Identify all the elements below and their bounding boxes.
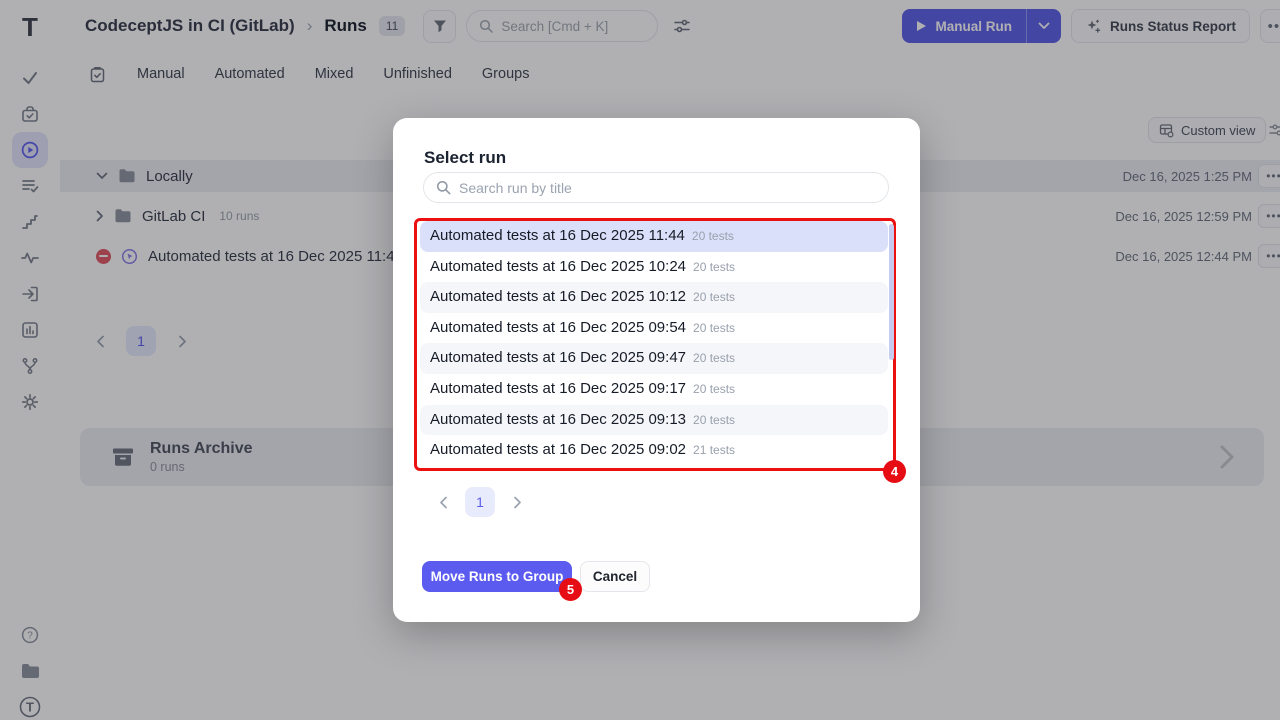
annotation-badge-5: 5 [559, 578, 582, 601]
run-option-count: 20 tests [693, 382, 735, 396]
search-icon [436, 180, 451, 195]
run-search-field[interactable] [423, 172, 889, 203]
run-option-selected[interactable]: Automated tests at 16 Dec 2025 11:44 20 … [420, 221, 888, 252]
run-option-count: 20 tests [693, 413, 735, 427]
run-option-title: Automated tests at 16 Dec 2025 09:47 [430, 349, 686, 366]
run-option-title: Automated tests at 16 Dec 2025 10:24 [430, 258, 686, 275]
run-option[interactable]: Automated tests at 16 Dec 2025 09:54 20 … [420, 313, 888, 344]
select-run-modal: Select run Automated tests at 16 Dec 202… [393, 118, 920, 622]
run-option[interactable]: Automated tests at 16 Dec 2025 10:24 20 … [420, 252, 888, 283]
run-option[interactable]: Automated tests at 16 Dec 2025 09:17 20 … [420, 374, 888, 405]
run-option-title: Automated tests at 16 Dec 2025 10:12 [430, 288, 686, 305]
page-next-button[interactable] [505, 490, 529, 514]
run-option-count: 20 tests [693, 290, 735, 304]
run-option-count: 20 tests [692, 229, 734, 243]
list-scrollbar[interactable] [889, 224, 894, 360]
cancel-button[interactable]: Cancel [580, 561, 650, 592]
modal-pagination: 1 [431, 487, 529, 517]
run-option-count: 20 tests [693, 260, 735, 274]
run-option[interactable]: Automated tests at 16 Dec 2025 09:02 21 … [420, 435, 888, 466]
run-option-count: 20 tests [693, 351, 735, 365]
move-runs-to-group-button[interactable]: Move Runs to Group [422, 561, 572, 592]
run-select-list: Automated tests at 16 Dec 2025 11:44 20 … [420, 221, 888, 466]
page-prev-button[interactable] [431, 490, 455, 514]
run-option-count: 20 tests [693, 321, 735, 335]
modal-title: Select run [424, 148, 506, 168]
page-number-button[interactable]: 1 [465, 487, 495, 517]
run-search-input[interactable] [459, 180, 876, 196]
run-option-title: Automated tests at 16 Dec 2025 09:02 [430, 441, 686, 458]
run-option-title: Automated tests at 16 Dec 2025 09:54 [430, 319, 686, 336]
run-option-count: 21 tests [693, 443, 735, 457]
run-option[interactable]: Automated tests at 16 Dec 2025 09:13 20 … [420, 405, 888, 436]
run-option[interactable]: Automated tests at 16 Dec 2025 10:12 20 … [420, 282, 888, 313]
run-option-title: Automated tests at 16 Dec 2025 09:17 [430, 380, 686, 397]
annotation-badge-4: 4 [883, 460, 906, 483]
modal-actions: Move Runs to Group Cancel [422, 561, 650, 592]
run-option-title: Automated tests at 16 Dec 2025 09:13 [430, 411, 686, 428]
run-option-title: Automated tests at 16 Dec 2025 11:44 [430, 227, 685, 244]
run-option[interactable]: Automated tests at 16 Dec 2025 09:47 20 … [420, 343, 888, 374]
